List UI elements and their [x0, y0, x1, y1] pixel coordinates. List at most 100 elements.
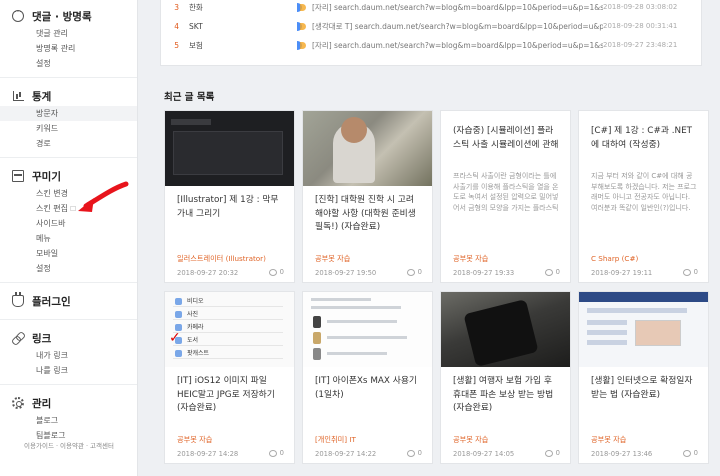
post-title[interactable]: [Illustrator] 제 1강 : 막무가내 그리기 — [177, 194, 284, 234]
post-category[interactable]: 공부봇 자습 — [453, 435, 488, 445]
post-thumbnail[interactable]: 비디오 사진 카메라 도서 팟캐스트 ✓ — [165, 292, 294, 367]
check-mark-icon: ✓ — [169, 330, 181, 346]
post-title[interactable]: [진학] 대학원 진학 시 고려해야할 사항 (대학원 준비생 필독!) (자습… — [315, 194, 422, 234]
post-title[interactable]: [생활] 인터넷으로 확정일자 받는 법 (자습완료) — [591, 375, 698, 415]
referrer-row[interactable]: 4 SKT [생각대로 T] search.daum.net/search?w=… — [161, 16, 701, 36]
sidebar-item-blog[interactable]: 블로그 — [0, 413, 137, 428]
sidebar-header-admin[interactable]: 관리 — [0, 393, 137, 413]
sidebar-item-visitors[interactable]: 방문자 — [0, 106, 137, 121]
post-title[interactable]: [IT] 아이폰Xs MAX 사용기 (1일차) — [315, 375, 422, 415]
comment-count: 0 — [555, 449, 560, 457]
referrer-keyword: SKT — [189, 21, 203, 31]
comment-icon — [682, 449, 691, 457]
referrer-list: 3 한화 [자리] search.daum.net/search?w=blog&… — [160, 0, 702, 66]
post-card[interactable]: (자습중) [시뮬레이션] 플라스틱 사출 시뮬레이션에 관해 프라스틱 사출이… — [440, 110, 571, 283]
referrer-time: 2018-09-28 03:08:02 — [603, 3, 678, 11]
referrer-url[interactable]: [생각대로 T] search.daum.net/search?w=blog&m… — [312, 21, 603, 32]
post-comment-count[interactable]: 0 — [544, 268, 560, 276]
post-comment-count[interactable]: 0 — [268, 449, 284, 457]
comment-icon — [682, 268, 691, 276]
post-comment-count[interactable]: 0 — [268, 268, 284, 276]
sidebar-section-design: 꾸미기 스킨 변경 스킨 편집 ☐ 사이드바 메뉴 모바일 설정 — [0, 158, 137, 283]
sidebar-header-comments[interactable]: 댓글 · 방명록 — [0, 6, 137, 26]
post-comment-count[interactable]: 0 — [682, 449, 698, 457]
daum-favicon-icon — [297, 2, 306, 12]
post-date: 2018-09-27 14:28 — [177, 450, 239, 458]
referrer-row[interactable]: 5 보험 [자리] search.daum.net/search?w=blog&… — [161, 35, 701, 55]
post-thumbnail[interactable] — [165, 111, 294, 186]
post-date: 2018-09-27 13:46 — [591, 450, 653, 458]
post-date: 2018-09-27 14:05 — [453, 450, 515, 458]
post-title[interactable]: [생활] 여행자 보험 가입 후 휴대폰 파손 보상 받는 방법 (자습완료) — [453, 375, 560, 415]
sidebar-item-sidebar[interactable]: 사이드바 — [0, 216, 137, 231]
sidebar-item-keywords[interactable]: 키워드 — [0, 121, 137, 136]
post-comment-count[interactable]: 0 — [406, 268, 422, 276]
post-thumbnail[interactable] — [579, 292, 708, 367]
comment-count: 0 — [417, 449, 422, 457]
post-category[interactable]: 공부봇 자습 — [591, 435, 626, 445]
sidebar-item-my-links[interactable]: 내가 링크 — [0, 348, 137, 363]
sidebar-item-comment-settings[interactable]: 설정 — [0, 56, 137, 71]
comment-icon — [268, 449, 277, 457]
sidebar-item-links-to-me[interactable]: 나를 링크 — [0, 363, 137, 378]
post-category[interactable]: 공부봇 자습 — [453, 254, 488, 264]
post-date: 2018-09-27 19:50 — [315, 269, 377, 277]
post-comment-count[interactable]: 0 — [682, 268, 698, 276]
post-category[interactable]: C Sharp (C#) — [591, 254, 638, 263]
post-comment-count[interactable]: 0 — [406, 449, 422, 457]
sidebar-item-path[interactable]: 경로 — [0, 136, 137, 151]
sidebar-title: 플러그인 — [32, 295, 71, 308]
post-comment-count[interactable]: 0 — [544, 449, 560, 457]
comment-count: 0 — [417, 268, 422, 276]
post-excerpt: 프라스틱 사출이란 금형이라는 틀에 사출기를 이용해 플라스틱을 열을 온도로… — [453, 172, 559, 212]
sidebar-item-mobile[interactable]: 모바일 — [0, 246, 137, 261]
sidebar-header-plugins[interactable]: 플러그인 — [0, 291, 137, 311]
post-card[interactable]: [IT] 아이폰Xs MAX 사용기 (1일차) [개인취미] IT 2018-… — [302, 291, 433, 464]
sidebar-header-links[interactable]: 링크 — [0, 328, 137, 348]
post-category[interactable]: [개인취미] IT — [315, 435, 356, 445]
post-thumbnail[interactable] — [441, 292, 570, 367]
bar-chart-icon — [12, 90, 24, 102]
referrer-url[interactable]: [자리] search.daum.net/search?w=blog&m=boa… — [312, 40, 603, 51]
footer-link-guide[interactable]: 이용가이드 — [24, 442, 54, 450]
sidebar-section-links: 링크 내가 링크 나를 링크 — [0, 320, 137, 385]
daum-favicon-icon — [297, 40, 306, 50]
comment-icon — [544, 268, 553, 276]
sidebar-section-plugins: 플러그인 — [0, 283, 137, 320]
post-category[interactable]: 공부봇 자습 — [177, 435, 212, 445]
sidebar-section-stats: 통계 방문자 키워드 경로 — [0, 78, 137, 158]
post-date: 2018-09-27 20:32 — [177, 269, 239, 277]
referrer-row[interactable]: 3 한화 [자리] search.daum.net/search?w=blog&… — [161, 0, 701, 17]
post-category[interactable]: 공부봇 자습 — [315, 254, 350, 264]
post-card[interactable]: [Illustrator] 제 1강 : 막무가내 그리기 일러스트레이터 (I… — [164, 110, 295, 283]
referrer-url[interactable]: [자리] search.daum.net/search?w=blog&m=boa… — [312, 2, 603, 13]
post-card[interactable]: [진학] 대학원 진학 시 고려해야할 사항 (대학원 준비생 필독!) (자습… — [302, 110, 433, 283]
sidebar-title: 링크 — [32, 332, 52, 345]
sidebar-item-comment-manage[interactable]: 댓글 관리 — [0, 26, 137, 41]
footer-link-terms[interactable]: 이용약관 — [60, 442, 84, 450]
thumb-row: 비디오 — [173, 296, 283, 307]
comment-count: 0 — [693, 449, 698, 457]
post-card[interactable]: [생활] 인터넷으로 확정일자 받는 법 (자습완료) 공부봇 자습 2018-… — [578, 291, 709, 464]
post-card[interactable]: 비디오 사진 카메라 도서 팟캐스트 ✓ [IT] iOS12 이미지 파일 H… — [164, 291, 295, 464]
sidebar-item-menu[interactable]: 메뉴 — [0, 231, 137, 246]
post-title[interactable]: (자습중) [시뮬레이션] 플라스틱 사출 시뮬레이션에 관해 — [453, 125, 560, 167]
post-title[interactable]: [IT] iOS12 이미지 파일 HEIC말고 JPG로 저장하기 (자습완료… — [177, 375, 284, 415]
post-card[interactable]: [생활] 여행자 보험 가입 후 휴대폰 파손 보상 받는 방법 (자습완료) … — [440, 291, 571, 464]
footer-link-support[interactable]: 고객센터 — [90, 442, 114, 450]
post-thumbnail[interactable] — [303, 111, 432, 186]
post-thumbnail[interactable] — [303, 292, 432, 367]
thumb-row: 도서 — [173, 335, 283, 346]
sidebar-item-design-settings[interactable]: 설정 — [0, 261, 137, 276]
post-category[interactable]: 일러스트레이터 (Illustrator) — [177, 254, 266, 264]
sidebar-header-stats[interactable]: 통계 — [0, 86, 137, 106]
comment-icon — [406, 449, 415, 457]
referrer-rank: 4 — [174, 21, 179, 31]
sidebar-item-label: 스킨 편집 — [36, 204, 68, 213]
referrer-time: 2018-09-28 00:31:41 — [603, 22, 678, 30]
sidebar-item-guestbook-manage[interactable]: 방명록 관리 — [0, 41, 137, 56]
referrer-rank: 5 — [174, 40, 179, 50]
post-card[interactable]: [C#] 제 1강 : C#과 .NET에 대하여 (작성중) 지금 부터 저와… — [578, 110, 709, 283]
post-title[interactable]: [C#] 제 1강 : C#과 .NET에 대하여 (작성중) — [591, 125, 698, 167]
post-date: 2018-09-27 14:22 — [315, 450, 377, 458]
